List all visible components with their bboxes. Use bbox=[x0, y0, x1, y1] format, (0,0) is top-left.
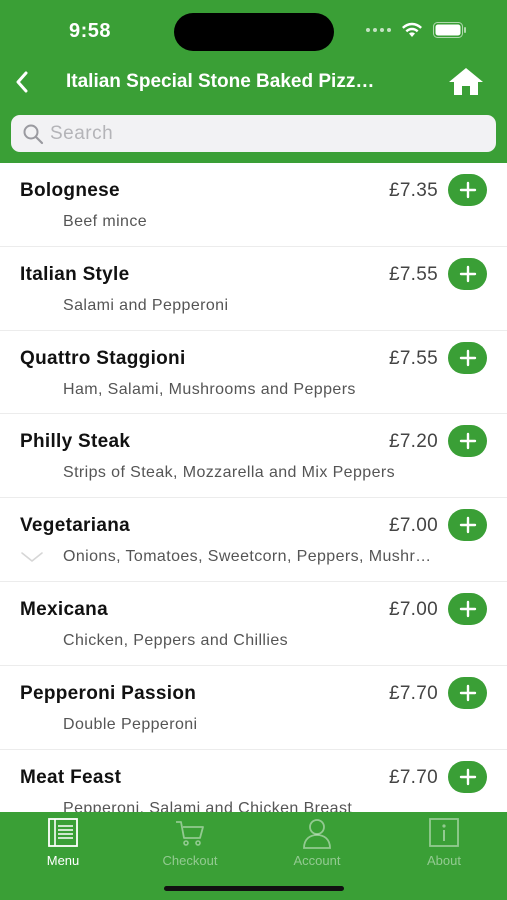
cart-icon bbox=[174, 817, 206, 849]
tab-label: Account bbox=[293, 853, 341, 868]
item-name: Italian Style bbox=[20, 263, 130, 285]
wifi-icon bbox=[402, 22, 422, 37]
plus-icon bbox=[459, 181, 476, 199]
tab-label: Menu bbox=[46, 853, 80, 868]
item-price: £7.00 bbox=[388, 515, 438, 537]
item-description: Strips of Steak, Mozzarella and Mix Pepp… bbox=[63, 464, 396, 482]
item-price: £7.35 bbox=[388, 180, 438, 201]
menu-list: Bolognese £7.35 Beef mince Italian Style… bbox=[0, 163, 507, 812]
menu-item: Mexicana £7.00 Chicken, Peppers and Chil… bbox=[0, 582, 507, 666]
item-description: Pepperoni, Salami and Chicken Breast bbox=[63, 799, 353, 812]
menu-item: Pepperoni Passion £7.70 Double Pepperoni bbox=[0, 666, 507, 750]
plus-icon bbox=[459, 600, 476, 618]
item-price: £7.00 bbox=[388, 598, 438, 620]
item-name: Meat Feast bbox=[20, 766, 122, 788]
back-button[interactable] bbox=[10, 68, 34, 96]
home-icon bbox=[449, 68, 483, 95]
tab-bar: Menu Checkout Account About bbox=[0, 812, 507, 900]
item-name: Bolognese bbox=[20, 180, 120, 201]
battery-icon bbox=[433, 22, 466, 38]
item-description: Chicken, Peppers and Chillies bbox=[63, 631, 289, 649]
person-icon bbox=[301, 817, 333, 849]
menu-item: Bolognese £7.35 Beef mince bbox=[0, 163, 507, 247]
item-name: Quattro Staggioni bbox=[20, 347, 186, 369]
add-item-button[interactable] bbox=[448, 257, 487, 290]
search-bar[interactable] bbox=[11, 115, 496, 152]
menu-item: Vegetariana £7.00 Onions, Tomatoes, Swee… bbox=[0, 498, 507, 582]
item-description: Double Pepperoni bbox=[63, 715, 198, 733]
item-name: Vegetariana bbox=[20, 515, 130, 537]
item-description: Beef mince bbox=[63, 213, 148, 230]
menu-item: Quattro Staggioni £7.55 Ham, Salami, Mus… bbox=[0, 331, 507, 415]
item-price: £7.20 bbox=[388, 431, 438, 453]
plus-icon bbox=[459, 265, 476, 282]
dynamic-island bbox=[174, 13, 334, 51]
menu-item: Philly Steak £7.20 Strips of Steak, Mozz… bbox=[0, 414, 507, 499]
add-item-button[interactable] bbox=[448, 509, 487, 542]
status-bar: 9:58 bbox=[0, 0, 507, 60]
item-name: Philly Steak bbox=[20, 431, 131, 453]
item-description: Onions, Tomatoes, Sweetcorn, Peppers, Mu… bbox=[63, 548, 432, 566]
plus-icon bbox=[459, 433, 476, 450]
item-price: £7.55 bbox=[388, 263, 438, 285]
plus-icon bbox=[459, 768, 476, 785]
item-price: £7.70 bbox=[388, 766, 438, 788]
page-title: Italian Special Stone Baked Pizz… bbox=[66, 71, 375, 92]
add-item-button[interactable] bbox=[448, 592, 487, 625]
plus-icon bbox=[459, 516, 476, 534]
tab-checkout[interactable]: Checkout bbox=[135, 817, 245, 877]
signal-icon bbox=[366, 28, 391, 32]
item-description: Salami and Pepperoni bbox=[63, 296, 229, 314]
chevron-down-icon[interactable] bbox=[20, 550, 44, 564]
item-description: Ham, Salami, Mushrooms and Peppers bbox=[63, 380, 356, 398]
status-icons bbox=[366, 22, 467, 38]
search-input[interactable] bbox=[50, 122, 470, 145]
item-name: Pepperoni Passion bbox=[20, 682, 197, 704]
add-item-button[interactable] bbox=[448, 341, 487, 374]
plus-icon bbox=[459, 684, 476, 701]
add-item-button[interactable] bbox=[448, 174, 487, 206]
search-icon bbox=[22, 123, 44, 145]
add-item-button[interactable] bbox=[448, 676, 487, 709]
menu-item: Meat Feast £7.70 Pepperoni, Salami and C… bbox=[0, 750, 507, 812]
menu-item: Italian Style £7.55 Salami and Pepperoni bbox=[0, 247, 507, 331]
home-indicator bbox=[164, 886, 344, 891]
tab-label: Checkout bbox=[162, 853, 218, 868]
status-time: 9:58 bbox=[69, 20, 112, 42]
tab-about[interactable]: About bbox=[389, 817, 499, 877]
menu-book-icon bbox=[47, 817, 79, 849]
header: 9:58 Italian Special Stone Baked Pizz… bbox=[0, 0, 507, 163]
tab-label: About bbox=[427, 853, 461, 868]
nav-bar: Italian Special Stone Baked Pizz… bbox=[0, 60, 507, 104]
info-icon bbox=[428, 817, 460, 849]
add-item-button[interactable] bbox=[448, 425, 487, 458]
chevron-left-icon bbox=[16, 71, 28, 93]
tab-account[interactable]: Account bbox=[262, 817, 372, 877]
tab-menu[interactable]: Menu bbox=[8, 817, 118, 877]
add-item-button[interactable] bbox=[448, 760, 487, 793]
item-name: Mexicana bbox=[20, 598, 108, 620]
home-button[interactable] bbox=[446, 63, 486, 99]
plus-icon bbox=[459, 349, 476, 366]
item-price: £7.70 bbox=[388, 682, 438, 704]
item-price: £7.55 bbox=[388, 347, 438, 369]
